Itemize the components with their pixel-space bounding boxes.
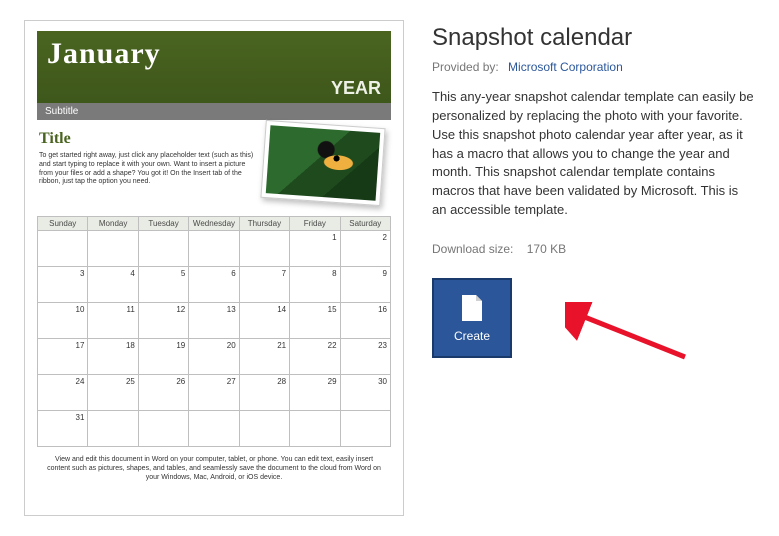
calendar-day-header: Friday xyxy=(290,217,340,231)
calendar-day-header: Saturday xyxy=(340,217,390,231)
calendar-day-cell: 10 xyxy=(38,303,88,339)
download-size-value: 170 KB xyxy=(527,242,566,256)
calendar-day-cell: 22 xyxy=(290,339,340,375)
calendar-day-cell xyxy=(239,231,289,267)
download-size-label: Download size: xyxy=(432,242,513,256)
calendar-day-cell xyxy=(290,411,340,447)
calendar-photo xyxy=(260,120,385,206)
calendar-day-cell: 5 xyxy=(138,267,188,303)
calendar-grid: SundayMondayTuesdayWednesdayThursdayFrid… xyxy=(37,216,391,447)
calendar-year: YEAR xyxy=(331,78,381,99)
calendar-day-header: Monday xyxy=(88,217,138,231)
calendar-day-cell: 19 xyxy=(138,339,188,375)
calendar-day-header: Sunday xyxy=(38,217,88,231)
calendar-day-cell: 12 xyxy=(138,303,188,339)
calendar-footer: View and edit this document in Word on y… xyxy=(37,447,391,482)
calendar-day-cell: 26 xyxy=(138,375,188,411)
calendar-day-cell: 1 xyxy=(290,231,340,267)
calendar-day-cell: 17 xyxy=(38,339,88,375)
calendar-day-cell: 4 xyxy=(88,267,138,303)
calendar-month: January xyxy=(47,37,381,71)
calendar-week-row: 31 xyxy=(38,411,391,447)
provided-by-label: Provided by: xyxy=(432,60,499,74)
calendar-week-row: 10111213141516 xyxy=(38,303,391,339)
calendar-subtitle: Subtitle xyxy=(37,103,391,120)
template-description: This any-year snapshot calendar template… xyxy=(432,88,755,220)
calendar-day-cell: 20 xyxy=(189,339,239,375)
calendar-day-cell: 3 xyxy=(38,267,88,303)
calendar-day-cell: 31 xyxy=(38,411,88,447)
calendar-title: Title xyxy=(39,130,257,148)
calendar-day-cell: 14 xyxy=(239,303,289,339)
calendar-day-cell: 21 xyxy=(239,339,289,375)
calendar-day-cell: 8 xyxy=(290,267,340,303)
calendar-week-row: 17181920212223 xyxy=(38,339,391,375)
download-size: Download size: 170 KB xyxy=(432,242,755,256)
new-document-icon xyxy=(459,293,485,323)
calendar-day-cell: 30 xyxy=(340,375,390,411)
calendar-week-row: 12 xyxy=(38,231,391,267)
calendar-day-header: Tuesday xyxy=(138,217,188,231)
calendar-day-cell xyxy=(88,231,138,267)
calendar-day-cell xyxy=(138,411,188,447)
calendar-day-cell xyxy=(189,411,239,447)
calendar-day-cell: 28 xyxy=(239,375,289,411)
provider-link[interactable]: Microsoft Corporation xyxy=(508,60,623,74)
calendar-day-cell: 11 xyxy=(88,303,138,339)
template-preview: January YEAR Subtitle Title To get start… xyxy=(24,20,404,516)
calendar-week-row: 24252627282930 xyxy=(38,375,391,411)
calendar-day-cell: 16 xyxy=(340,303,390,339)
template-info-panel: Snapshot calendar Provided by: Microsoft… xyxy=(432,20,755,516)
toucan-photo xyxy=(266,125,380,201)
calendar-day-cell xyxy=(340,411,390,447)
calendar-day-cell: 15 xyxy=(290,303,340,339)
calendar-day-cell xyxy=(88,411,138,447)
calendar-header: January YEAR xyxy=(37,31,391,103)
calendar-day-cell: 23 xyxy=(340,339,390,375)
calendar-day-cell xyxy=(189,231,239,267)
calendar-day-cell: 27 xyxy=(189,375,239,411)
create-button-label: Create xyxy=(454,329,490,343)
calendar-day-header: Wednesday xyxy=(189,217,239,231)
calendar-day-cell: 25 xyxy=(88,375,138,411)
calendar-day-cell: 7 xyxy=(239,267,289,303)
calendar-week-row: 3456789 xyxy=(38,267,391,303)
provided-by: Provided by: Microsoft Corporation xyxy=(432,60,755,74)
calendar-day-cell: 18 xyxy=(88,339,138,375)
calendar-day-header: Thursday xyxy=(239,217,289,231)
calendar-day-cell xyxy=(239,411,289,447)
template-title: Snapshot calendar xyxy=(432,24,755,52)
calendar-day-cell: 24 xyxy=(38,375,88,411)
create-button[interactable]: Create xyxy=(432,278,512,358)
calendar-body-text: To get started right away, just click an… xyxy=(39,152,257,187)
calendar-day-cell: 29 xyxy=(290,375,340,411)
calendar-day-cell: 13 xyxy=(189,303,239,339)
calendar-day-cell: 2 xyxy=(340,231,390,267)
calendar-day-cell xyxy=(38,231,88,267)
calendar-day-cell xyxy=(138,231,188,267)
calendar-day-cell: 9 xyxy=(340,267,390,303)
calendar-day-cell: 6 xyxy=(189,267,239,303)
